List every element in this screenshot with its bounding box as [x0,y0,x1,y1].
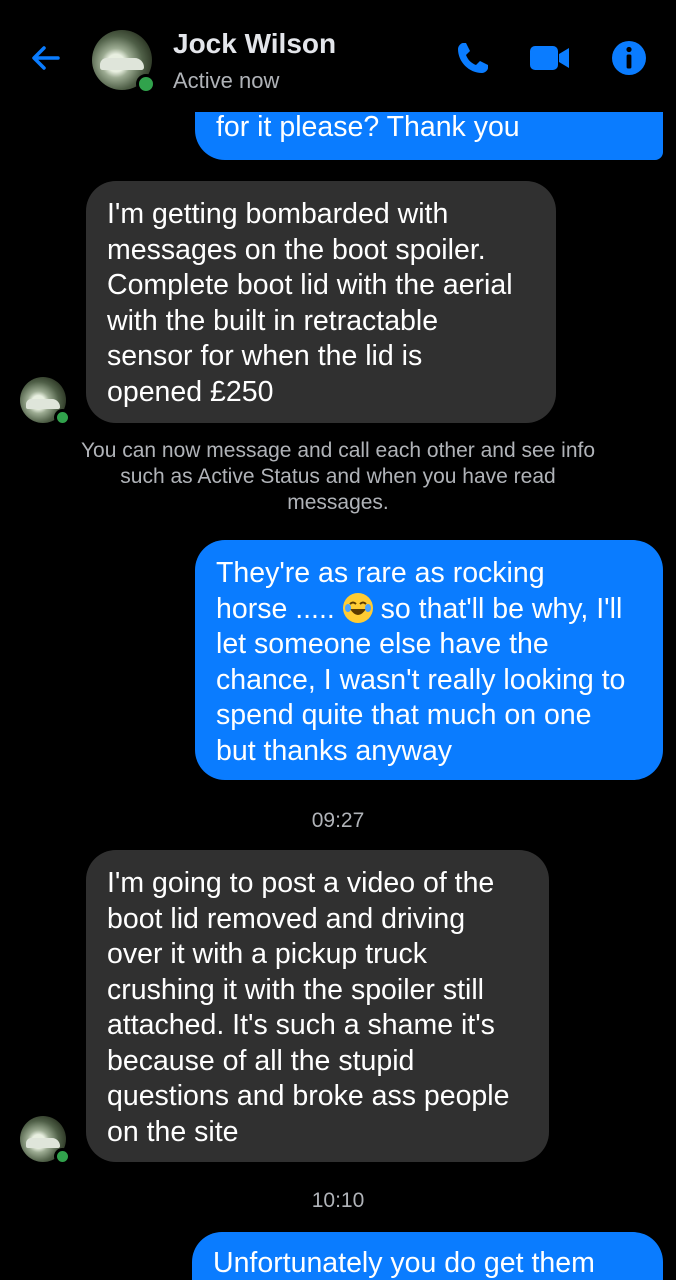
avatar-car-image [26,399,60,409]
timestamp: 10:10 [311,1189,365,1212]
message-line: spend quite that much on one [216,699,592,731]
outgoing-message[interactable]: Unfortunately you do get them [192,1232,663,1280]
message-line: because of all the stupid [107,1044,415,1077]
avatar-car-image [26,1138,60,1148]
message-line: Complete boot lid with the aerial [107,269,513,301]
incoming-message[interactable]: I'm going to post a video of the boot li… [86,850,549,1162]
timestamp: 09:27 [311,809,365,832]
message-line: chance, I wasn't really looking to [216,663,626,696]
message-line: I'm going to post a video of the [107,867,495,899]
phone-icon[interactable] [453,38,493,78]
avatar-car-image [100,58,144,70]
message-line: for it please? Thank you [216,111,520,143]
contact-avatar[interactable] [92,30,156,94]
message-line: on the site [107,1115,239,1148]
online-status-indicator [136,74,156,94]
message-line: over it with a pickup truck [107,938,427,970]
sender-avatar[interactable] [20,1116,71,1165]
message-line: let someone else have the [216,628,549,660]
laughing-emoji-icon [342,592,373,623]
message-line: attached. It's such a shame it's [107,1009,495,1041]
active-status: Active now [173,68,280,93]
message-line: with the built in retractable [107,304,439,337]
sender-avatar[interactable] [20,377,71,426]
message-line: but thanks anyway [216,734,453,767]
incoming-message[interactable]: I'm getting bombarded with messages on t… [86,181,556,423]
conversation-header: Jock Wilson Active now [0,0,676,112]
message-line: Unfortunately you do get them [213,1247,595,1279]
message-text: so that'll be why, I'll [372,592,623,625]
online-status-indicator [54,1148,71,1165]
video-camera-icon[interactable] [528,38,569,78]
info-icon[interactable] [609,38,649,78]
message-line: messages on the boot spoiler. [107,233,486,266]
message-line: opened £250 [107,375,274,408]
message-line: I'm getting bombarded with [107,198,449,230]
message-line: boot lid removed and driving [107,902,466,935]
contact-name[interactable]: Jock Wilson [173,28,336,60]
outgoing-message[interactable]: They're as rare as rocking horse ..... s… [195,540,663,780]
message-line: crushing it with the spoiler still [107,973,484,1006]
system-notice: You can now message and call each other … [80,439,596,514]
message-line: sensor for when the lid is [107,340,423,372]
back-arrow-icon[interactable] [26,38,66,78]
online-status-indicator [54,409,71,426]
message-line: questions and broke ass people [107,1080,510,1112]
message-text: horse ..... [216,592,343,625]
message-line-with-emoji: horse ..... so that'll be why, I'll [216,592,642,628]
message-line: They're as rare as rocking [216,557,545,589]
